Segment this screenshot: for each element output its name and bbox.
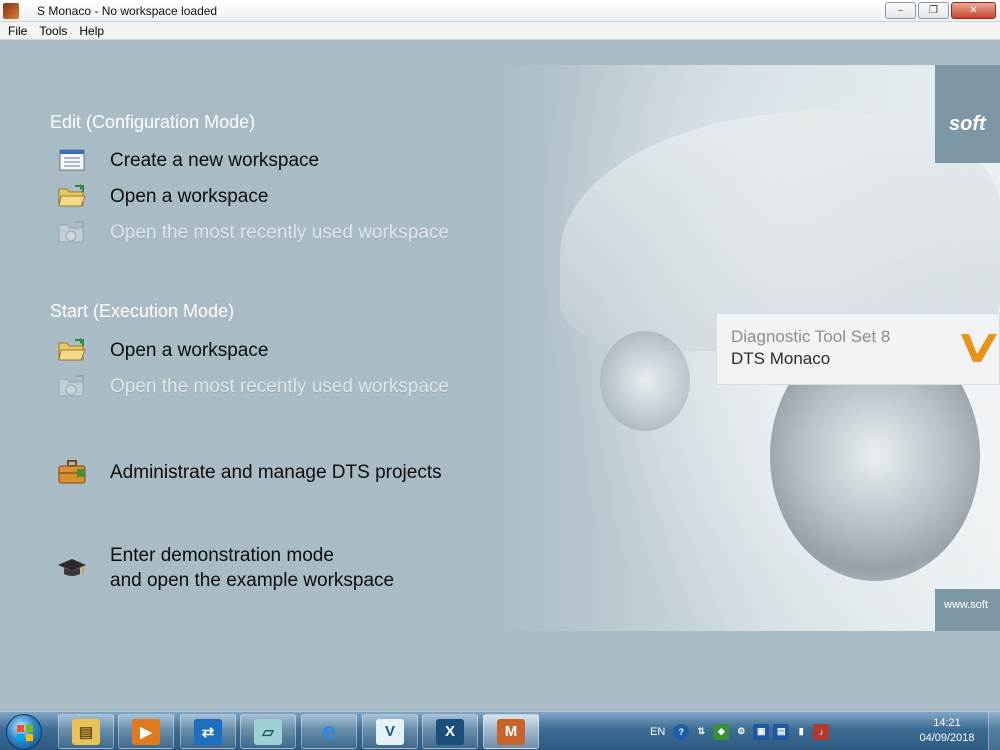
folder-icon: ▤ <box>72 718 100 745</box>
administrate-projects-label: Administrate and manage DTS projects <box>110 461 442 483</box>
edit-open-recent-action: Open the most recently used workspace <box>56 219 449 245</box>
vediamo-icon: V <box>376 718 404 745</box>
product-name: DTS Monaco <box>731 349 831 368</box>
website-link: www.soft <box>944 599 989 611</box>
close-button[interactable]: ✕ <box>951 2 996 19</box>
website-tile: www.soft <box>935 589 1000 631</box>
media-player-icon: ▶ <box>132 718 160 745</box>
taskbar-notes[interactable]: ▱ <box>240 714 296 749</box>
start-section-title: Start (Execution Mode) <box>50 301 235 321</box>
app-icon[interactable] <box>3 2 19 19</box>
network-icon[interactable]: ⇅ <box>693 724 709 740</box>
monitor-icon[interactable]: ▣ <box>753 723 770 740</box>
system-tray: EN ? ⇅ ◆ ⚙ ▣ ▤ ▮ ♪ <box>650 712 830 750</box>
brand-logo-tile: soft <box>935 65 1000 163</box>
shield-icon[interactable]: ◆ <box>713 723 730 740</box>
taskbar-teamviewer[interactable]: ⇄ <box>180 714 236 749</box>
menu-file[interactable]: File <box>2 24 33 38</box>
product-suite-name: Diagnostic Tool Set 8 <box>731 327 891 346</box>
help-icon[interactable]: ? <box>673 723 690 740</box>
clock-date: 04/09/2018 <box>919 732 975 744</box>
gear-icon[interactable]: ⚙ <box>733 724 749 740</box>
taskbar-vediamo[interactable]: V <box>362 714 418 749</box>
start-page: soft www.soft Diagnostic Tool Set 8 DTS … <box>0 41 1000 711</box>
recent-folder-icon <box>56 373 88 399</box>
create-workspace-action[interactable]: Create a new workspace <box>56 147 319 173</box>
demonstration-mode-label: Enter demonstration mode and open the ex… <box>110 543 394 593</box>
graduation-cap-icon <box>56 555 88 581</box>
xentry-icon: X <box>436 718 464 745</box>
show-desktop-button[interactable] <box>988 712 1000 750</box>
maximize-button[interactable]: ❐ <box>918 2 949 19</box>
taskbar-xentry[interactable]: X <box>422 714 478 749</box>
taskbar-dts-monaco[interactable]: M <box>483 714 539 749</box>
clock[interactable]: 14:21 04/09/2018 <box>912 716 982 746</box>
menu-tools[interactable]: Tools <box>33 24 73 38</box>
create-workspace-label: Create a new workspace <box>110 149 320 171</box>
edit-section-title: Edit (Configuration Mode) <box>50 112 256 132</box>
language-indicator[interactable]: EN <box>650 726 665 738</box>
taskbar-media-player[interactable]: ▶ <box>118 714 174 749</box>
notes-icon: ▱ <box>254 718 282 745</box>
windows-logo-icon <box>17 725 33 741</box>
demonstration-mode-line2: and open the example workspace <box>110 570 395 591</box>
taskbar-explorer[interactable]: ▤ <box>58 714 114 749</box>
edit-open-workspace-label: Open a workspace <box>110 185 269 207</box>
menu-bar: File Tools Help <box>0 22 1000 40</box>
administrate-projects-action[interactable]: Administrate and manage DTS projects <box>56 459 442 485</box>
edit-open-recent-label: Open the most recently used workspace <box>110 221 450 243</box>
clock-time: 14:21 <box>933 717 961 729</box>
start-open-workspace-label: Open a workspace <box>110 339 269 361</box>
briefcase-icon <box>56 459 88 485</box>
demonstration-mode-line1: Enter demonstration mode <box>110 545 334 566</box>
v-logo-icon <box>961 334 997 362</box>
product-banner: Diagnostic Tool Set 8 DTS Monaco <box>716 313 1000 385</box>
start-button[interactable] <box>6 714 42 750</box>
taskbar: ▤ ▶ ⇄ ▱ e V X M EN ? ⇅ ◆ ⚙ ▣ ▤ ▮ ♪ 14:21… <box>0 711 1000 750</box>
document-list-icon <box>56 147 88 173</box>
volume-icon[interactable]: ♪ <box>813 723 830 740</box>
signal-icon[interactable]: ▮ <box>793 724 809 740</box>
edit-open-workspace-action[interactable]: Open a workspace <box>56 183 268 209</box>
battery-icon[interactable]: ▤ <box>773 723 790 740</box>
internet-explorer-icon: e <box>322 717 336 745</box>
window-controls: – ❐ ✕ <box>885 2 996 19</box>
menu-help[interactable]: Help <box>73 24 110 38</box>
title-bar: S Monaco - No workspace loaded – ❐ ✕ <box>0 0 1000 22</box>
open-folder-icon <box>56 337 88 363</box>
monaco-icon: M <box>497 718 525 745</box>
window-title: S Monaco - No workspace loaded <box>37 3 218 18</box>
taskbar-internet-explorer[interactable]: e <box>301 714 357 749</box>
start-open-workspace-action[interactable]: Open a workspace <box>56 337 268 363</box>
recent-folder-icon <box>56 219 88 245</box>
brand-logo: soft <box>949 113 986 135</box>
minimize-button[interactable]: – <box>885 2 916 19</box>
open-folder-icon <box>56 183 88 209</box>
start-open-recent-action: Open the most recently used workspace <box>56 373 449 399</box>
teamviewer-icon: ⇄ <box>194 718 222 745</box>
headlight-art <box>600 331 690 431</box>
demonstration-mode-action[interactable]: Enter demonstration mode and open the ex… <box>56 543 394 593</box>
start-open-recent-label: Open the most recently used workspace <box>110 375 450 397</box>
